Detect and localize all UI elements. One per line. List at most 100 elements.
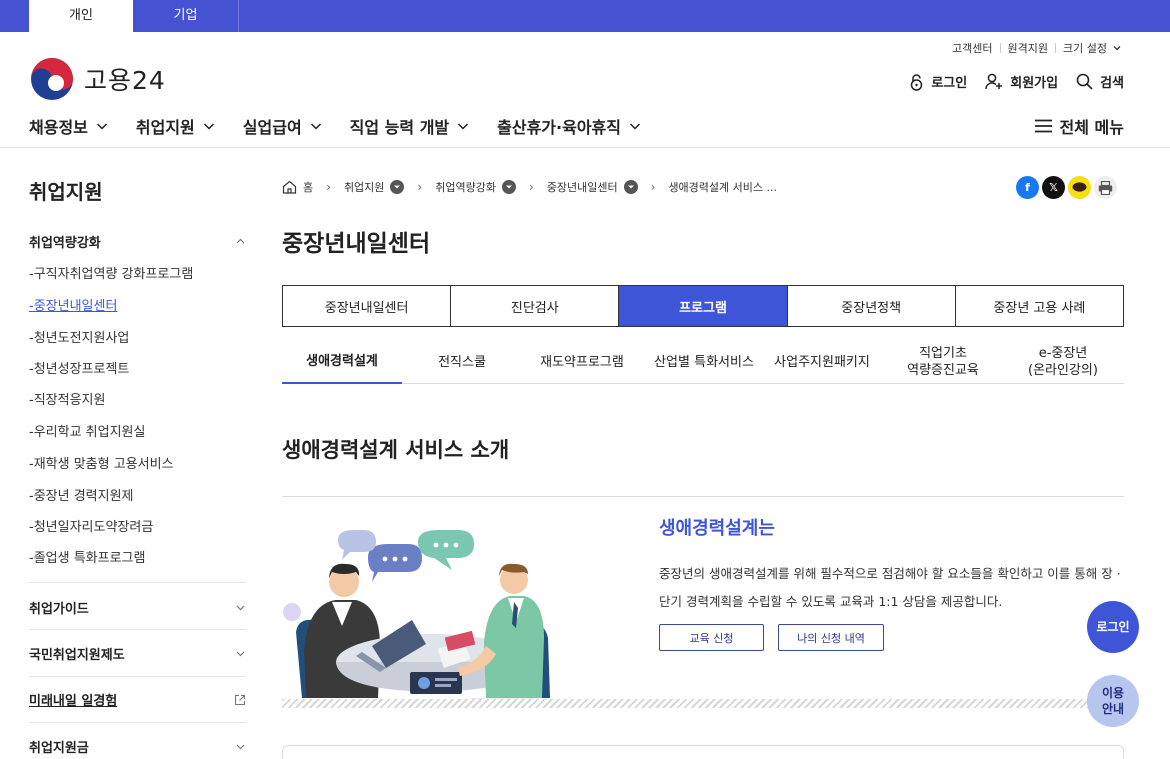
login-button[interactable]: 로그인 [909, 72, 967, 91]
gnb-item-employment-support[interactable]: 취업지원 [136, 114, 215, 138]
chevron-down-icon [203, 123, 214, 130]
subtab-industry-service[interactable]: 산업별 특화서비스 [644, 340, 764, 384]
gnb-item-unemployment-benefit[interactable]: 실업급여 [243, 114, 322, 138]
print-icon[interactable] [1094, 176, 1117, 199]
font-size-setting[interactable]: 크기 설정 [1063, 40, 1107, 56]
tab-business[interactable]: 기업 [133, 0, 238, 32]
sidebar-item[interactable]: -졸업생 특화프로그램 [29, 547, 145, 566]
tab-program[interactable]: 프로그램 [618, 286, 787, 326]
x-share-icon[interactable]: 𝕏 [1042, 176, 1065, 199]
sidebar-item[interactable]: -청년일자리도약장려금 [29, 516, 153, 535]
hatch-divider [282, 699, 1124, 708]
subtab-relaunch-program[interactable]: 재도약프로그램 [527, 340, 637, 384]
gnb-label: 실업급여 [242, 118, 302, 137]
sidebar-title: 취업지원 [29, 180, 103, 204]
subtab-basic-competency[interactable]: 직업기초 역량증진교육 [886, 340, 1000, 384]
sidebar-section-capacity[interactable]: 취업역량강화 [29, 232, 246, 251]
intro-heading: 생애경력설계는 [659, 518, 775, 539]
section-title: 생애경력설계 서비스 소개 [282, 438, 510, 462]
search-label: 검색 [1100, 76, 1124, 91]
topbar-divider [238, 0, 239, 32]
utility-links: 고객센터 원격지원 크기 설정 [952, 40, 1122, 56]
next-content-box [282, 745, 1124, 759]
tab-employment-cases[interactable]: 중장년 고용 사례 [954, 286, 1123, 326]
hamburger-icon [1034, 119, 1052, 133]
apply-education-button[interactable]: 교육 신청 [659, 624, 764, 651]
header-divider [0, 147, 1170, 148]
divider [999, 43, 1001, 53]
floating-guide-button[interactable]: 이용 안내 [1087, 675, 1139, 727]
search-button[interactable]: 검색 [1076, 72, 1124, 91]
gnb-label: 취업지원 [135, 118, 195, 137]
gnb-item-jobs[interactable]: 채용정보 [29, 114, 108, 138]
chevron-down-icon [236, 651, 245, 657]
gnb-item-parental-leave[interactable]: 출산휴가·육아휴직 [497, 114, 641, 138]
content-tabs: 중장년내일센터 진단검사 프로그램 중장년정책 중장년 고용 사례 [282, 285, 1124, 327]
chevron-up-icon [236, 238, 245, 244]
subtab-transition-school[interactable]: 전직스쿨 [402, 340, 522, 384]
remote-support-link[interactable]: 원격지원 [1008, 40, 1048, 56]
sidebar-divider [29, 582, 246, 583]
tab-policy[interactable]: 중장년정책 [786, 286, 955, 326]
external-link-icon [234, 694, 246, 705]
signup-button[interactable]: 회원가입 [985, 72, 1058, 91]
subtab-career-design[interactable]: 생애경력설계 [282, 340, 402, 384]
chevron-down-icon [236, 605, 245, 611]
signup-label: 회원가입 [1010, 76, 1059, 91]
gnb-label: 출산휴가·육아휴직 [497, 118, 621, 137]
sidebar-item[interactable]: -청년성장프로젝트 [29, 358, 129, 377]
consultation-illustration [283, 530, 622, 708]
sidebar-item[interactable]: -재학생 맞춤형 고용서비스 [29, 453, 174, 472]
sidebar-section-subsidy[interactable]: 취업지원금 [29, 737, 246, 756]
sidebar-item[interactable]: -청년도전지원사업 [29, 327, 129, 346]
breadcrumb-label: 취업역량강화 [435, 181, 496, 194]
dropdown-icon[interactable] [501, 180, 516, 194]
sidebar-section-work-experience[interactable]: 미래내일 일경험 [29, 690, 246, 709]
breadcrumb: 홈 › 취업지원 › 취업역량강화 › 중장년내일센터 › 생애경력설계 서비스… [282, 179, 777, 195]
chevron-down-icon [1113, 46, 1121, 51]
subtab-online-lecture[interactable]: e-중장년 (온라인강의) [1010, 340, 1116, 384]
tab-diagnostic-test[interactable]: 진단검사 [450, 286, 618, 326]
breadcrumb-item[interactable]: 중장년내일센터 [547, 179, 638, 195]
sidebar-item[interactable]: -중장년 경력지원제 [29, 485, 134, 504]
site-logo[interactable]: 고용24 [30, 57, 166, 101]
kakaotalk-share-icon[interactable] [1068, 176, 1091, 199]
user-plus-icon [985, 73, 1003, 90]
sidebar-item[interactable]: -우리학교 취업지원실 [29, 421, 145, 440]
sidebar-item[interactable]: -직장적응지원 [29, 389, 105, 408]
tab-personal[interactable]: 개인 [29, 0, 133, 32]
user-type-bar: 개인 기업 [0, 0, 1170, 32]
my-applications-button[interactable]: 나의 신청 내역 [778, 624, 884, 651]
dropdown-icon[interactable] [390, 180, 405, 194]
breadcrumb-current: 생애경력설계 서비스 ... [668, 179, 777, 195]
gnb-label: 채용정보 [29, 118, 88, 137]
all-menu-button[interactable]: 전체 메뉴 [1034, 114, 1124, 138]
taegeuk-logo-icon [31, 58, 73, 100]
chevron-down-icon [458, 123, 469, 130]
chevron-down-icon [629, 123, 641, 130]
chevron-right-icon: › [528, 180, 534, 194]
sidebar-section-national-support[interactable]: 국민취업지원제도 [29, 644, 246, 663]
subtab-employer-package[interactable]: 사업주지원패키지 [766, 340, 878, 384]
sidebar-item[interactable]: -구직자취업역량 강화프로그램 [29, 263, 193, 282]
divider [1055, 43, 1057, 53]
intro-description: 중장년의 생애경력설계를 위해 필수적으로 점검해야 할 요소들을 확인하고 이… [659, 566, 1121, 609]
sidebar-section-label: 취업지원금 [29, 741, 89, 756]
gnb-item-vocational-training[interactable]: 직업 능력 개발 [350, 114, 469, 138]
sidebar-section-label: 미래내일 일경험 [29, 694, 118, 709]
floating-login-button[interactable]: 로그인 [1087, 601, 1139, 653]
breadcrumb-label: 홈 [303, 181, 314, 194]
sidebar-item-current[interactable]: -중장년내일센터 [29, 295, 117, 314]
dropdown-icon[interactable] [623, 180, 638, 194]
breadcrumb-home[interactable]: 홈 [282, 179, 313, 195]
lock-icon [911, 73, 923, 91]
sidebar-section-guide[interactable]: 취업가이드 [29, 598, 246, 617]
breadcrumb-label: 중장년내일센터 [546, 181, 618, 194]
tab-middle-aged-center[interactable]: 중장년내일센터 [283, 286, 450, 326]
chevron-down-icon [96, 123, 107, 130]
breadcrumb-item[interactable]: 취업역량강화 [435, 179, 516, 195]
breadcrumb-label: 취업지원 [343, 181, 385, 194]
facebook-share-icon[interactable]: f [1016, 176, 1039, 199]
customer-center-link[interactable]: 고객센터 [952, 40, 992, 56]
breadcrumb-item[interactable]: 취업지원 [343, 179, 405, 195]
